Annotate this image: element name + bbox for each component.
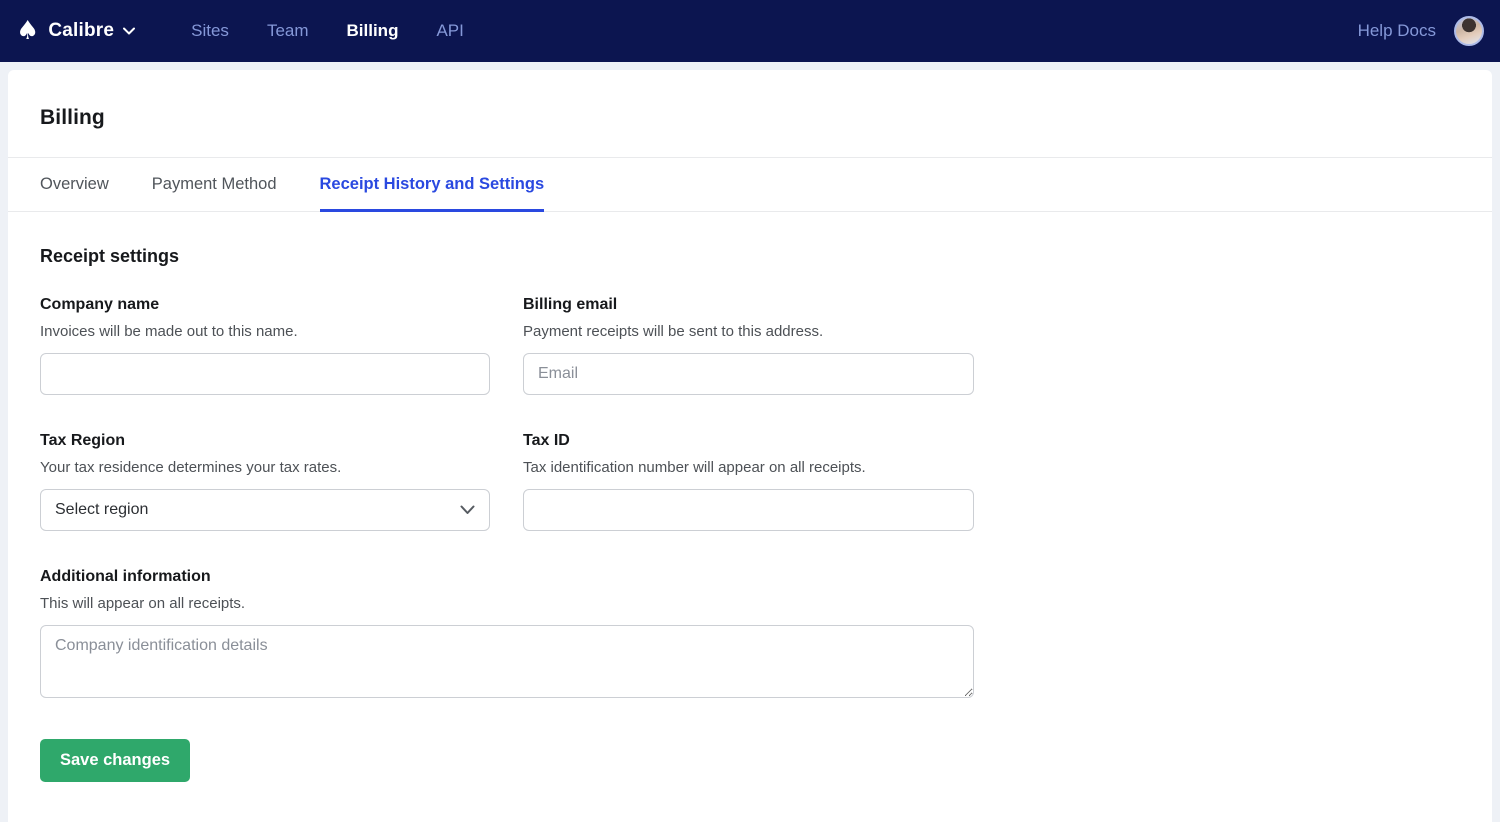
tax-region-label: Tax Region xyxy=(40,432,490,450)
billing-card: Billing Overview Payment Method Receipt … xyxy=(8,70,1492,822)
top-navbar: ♠ Calibre Sites Team Billing API Help Do… xyxy=(0,0,1500,62)
tax-id-help: Tax identification number will appear on… xyxy=(523,459,974,476)
brand-name: Calibre xyxy=(48,20,114,42)
field-additional-information: Additional information This will appear … xyxy=(40,568,974,698)
field-tax-region: Tax Region Your tax residence determines… xyxy=(40,432,490,531)
card-header: Billing xyxy=(8,70,1492,158)
tax-id-label: Tax ID xyxy=(523,432,974,450)
additional-information-label: Additional information xyxy=(40,568,974,586)
field-billing-email: Billing email Payment receipts will be s… xyxy=(523,296,974,395)
field-company-name: Company name Invoices will be made out t… xyxy=(40,296,490,395)
billing-email-label: Billing email xyxy=(523,296,974,314)
avatar[interactable] xyxy=(1454,16,1484,46)
billing-email-input[interactable] xyxy=(523,353,974,395)
brand-menu[interactable]: ♠ Calibre xyxy=(16,18,135,44)
nav-item-sites[interactable]: Sites xyxy=(191,21,229,41)
receipt-settings-form: Company name Invoices will be made out t… xyxy=(40,296,974,698)
nav-item-billing[interactable]: Billing xyxy=(347,21,399,41)
tax-region-selected-value: Select region xyxy=(55,501,148,519)
company-name-help: Invoices will be made out to this name. xyxy=(40,323,490,340)
company-name-label: Company name xyxy=(40,296,490,314)
billing-email-help: Payment receipts will be sent to this ad… xyxy=(523,323,974,340)
nav-item-api[interactable]: API xyxy=(436,21,463,41)
additional-information-textarea[interactable] xyxy=(40,625,974,698)
tax-region-help: Your tax residence determines your tax r… xyxy=(40,459,490,476)
navbar-right: Help Docs xyxy=(1358,16,1484,46)
nav-item-team[interactable]: Team xyxy=(267,21,309,41)
help-docs-link[interactable]: Help Docs xyxy=(1358,21,1436,41)
billing-tabs: Overview Payment Method Receipt History … xyxy=(8,158,1492,212)
spade-icon: ♠ xyxy=(16,18,39,44)
receipt-settings-section: Receipt settings Company name Invoices w… xyxy=(8,212,1492,812)
tax-region-select[interactable]: Select region xyxy=(40,489,490,531)
save-changes-button[interactable]: Save changes xyxy=(40,739,190,782)
tab-receipt-history-settings[interactable]: Receipt History and Settings xyxy=(320,158,545,212)
field-tax-id: Tax ID Tax identification number will ap… xyxy=(523,432,974,531)
tax-id-input[interactable] xyxy=(523,489,974,531)
chevron-down-icon xyxy=(460,505,475,515)
section-heading: Receipt settings xyxy=(40,246,1460,267)
additional-information-help: This will appear on all receipts. xyxy=(40,595,974,612)
page-title: Billing xyxy=(40,106,1460,130)
chevron-down-icon xyxy=(123,27,135,35)
company-name-input[interactable] xyxy=(40,353,490,395)
tab-overview[interactable]: Overview xyxy=(40,158,109,212)
primary-nav: Sites Team Billing API xyxy=(191,21,464,41)
tab-payment-method[interactable]: Payment Method xyxy=(152,158,277,212)
